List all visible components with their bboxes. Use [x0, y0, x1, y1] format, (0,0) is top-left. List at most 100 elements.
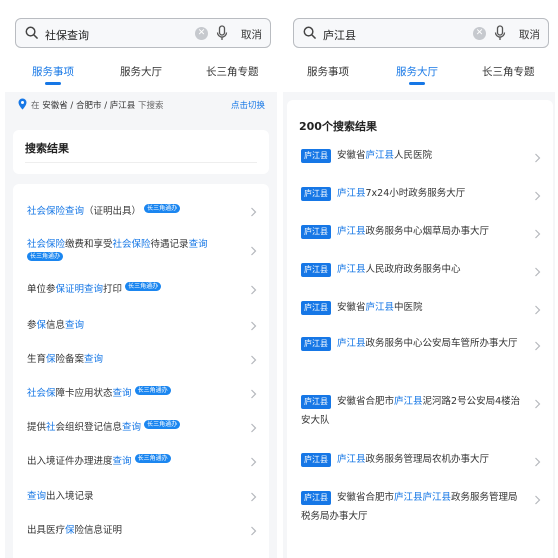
chevron-right-icon — [250, 285, 257, 295]
chevron-right-icon — [250, 321, 257, 331]
keyword-highlight: 庐江县 — [337, 454, 366, 465]
tab-service-items[interactable]: 服务事项 — [32, 64, 74, 85]
item-text: 7x24小时政务服务大厅 — [365, 188, 466, 199]
item-text: 安徽省 — [337, 302, 366, 313]
item-text: 政务服务管理局农机办事大厅 — [365, 454, 490, 465]
item-text: 出具医疗 — [27, 525, 66, 536]
list-item[interactable]: 庐江县 庐江县政务服务中心烟草局办事大厅 — [287, 222, 553, 241]
yangtze-delta-badge: 长三角通办 — [125, 282, 162, 291]
yangtze-delta-badge: 长三角通办 — [144, 204, 181, 213]
county-tag: 庐江县 — [301, 452, 331, 467]
item-text: 生育 — [27, 354, 47, 365]
microphone-icon[interactable] — [494, 25, 506, 42]
item-text: （证明出具） — [84, 206, 142, 217]
item-text: 出入境证件办理进度 — [27, 456, 113, 467]
list-item[interactable]: 庐江县 安徽省庐江县中医院 — [287, 298, 553, 317]
chevron-right-icon — [250, 492, 257, 502]
left-screen: 社保查询 ✕ 取消 服务事项 服务大厅 长三角专题 在 安徽省 / 合肥市 / … — [5, 0, 277, 558]
clear-icon[interactable]: ✕ — [473, 27, 486, 40]
list-item[interactable]: 庐江县 安徽省合肥市庐江县庐江县政务服务管理局税务局办事大厅 — [287, 488, 553, 526]
keyword-highlight: 查询 — [122, 422, 142, 433]
list-item[interactable]: 庐江县 庐江县政务服务中心公安局车管所办事大厅 — [287, 334, 553, 353]
item-text: 待遇记录 — [150, 239, 189, 250]
header: 社保查询 ✕ 取消 服务事项 服务大厅 长三角专题 — [5, 0, 277, 92]
list-item[interactable]: 生育保险备案查询 — [13, 352, 269, 367]
list-item[interactable]: 社会保险缴费和享受社会保险待遇记录查询 长三角通办 — [13, 237, 269, 267]
yangtze-delta-badge: 长三角通办 — [134, 386, 171, 395]
item-text: 安徽省 — [337, 150, 366, 161]
keyword-highlight: 查询 — [27, 491, 47, 502]
keyword-highlight: 查询 — [188, 239, 208, 250]
chevron-right-icon — [534, 265, 541, 277]
county-tag: 庐江县 — [301, 148, 331, 163]
item-text: 参 — [27, 320, 37, 331]
keyword-highlight: 庐江县 — [337, 188, 366, 199]
chevron-right-icon — [534, 303, 541, 315]
tab-yangtze-delta[interactable]: 长三角专题 — [482, 64, 535, 79]
list-item[interactable]: 社会保障卡应用状态查询 长三角通办 — [13, 386, 269, 401]
item-text: 政务服务中心烟草局办事大厅 — [365, 226, 490, 237]
results-count: 200个搜索结果 — [299, 120, 377, 133]
keyword-highlight: 保 — [46, 354, 56, 365]
switch-location-link[interactable]: 点击切换 — [231, 99, 265, 111]
search-icon — [25, 26, 38, 39]
list-item[interactable]: 庐江县 安徽省庐江县人民医院 — [287, 146, 553, 165]
keyword-highlight: 保 — [36, 320, 47, 331]
list-item[interactable]: 单位参保证明查询打印 长三角通办 — [13, 282, 269, 297]
list-item[interactable]: 庐江县 庐江县7x24小时政务服务大厅 — [287, 184, 553, 203]
item-text: 信息 — [46, 320, 66, 331]
item-text: 中医院 — [394, 302, 423, 313]
keyword-highlight: 庐江县 — [337, 226, 366, 237]
chevron-right-icon — [534, 227, 541, 239]
chevron-right-icon — [250, 457, 257, 467]
cancel-button[interactable]: 取消 — [241, 27, 262, 42]
chevron-right-icon — [534, 189, 541, 201]
item-text: 险信息证明 — [74, 525, 123, 536]
item-text: 障卡应用状态 — [55, 388, 113, 399]
list-item[interactable]: 查询出入境记录 — [13, 489, 269, 504]
clear-icon[interactable]: ✕ — [195, 27, 208, 40]
yangtze-delta-badge: 长三角通办 — [134, 454, 171, 463]
search-bar[interactable]: 庐江县 ✕ 取消 — [293, 18, 549, 48]
search-icon — [303, 26, 316, 39]
item-text: 安徽省合肥市 — [337, 492, 395, 503]
chevron-right-icon — [250, 355, 257, 365]
keyword-highlight: 庐江县 — [337, 264, 366, 275]
keyword-highlight: 保证明查询 — [55, 284, 104, 295]
microphone-icon[interactable] — [216, 25, 228, 42]
chevron-right-icon — [534, 455, 541, 467]
item-text: 人民政府政务服务中心 — [365, 264, 461, 275]
keyword-highlight: 查询 — [84, 354, 104, 365]
item-text: 险备案 — [55, 354, 85, 365]
tab-service-hall[interactable]: 服务大厅 — [396, 64, 438, 85]
list-item[interactable]: 庐江县 庐江县人民政府政务服务中心 — [287, 260, 553, 279]
tab-bar: 服务事项 服务大厅 长三角专题 — [5, 64, 277, 88]
search-input[interactable]: 社保查询 — [45, 27, 89, 43]
right-screen: 庐江县 ✕ 取消 服务事项 服务大厅 长三角专题 200个搜索结果 庐江县 安徽省… — [283, 0, 555, 558]
keyword-highlight: 查询 — [112, 456, 132, 467]
tab-yangtze-delta[interactable]: 长三角专题 — [206, 64, 259, 79]
chevron-right-icon — [250, 526, 257, 536]
list-item[interactable]: 出具医疗保险信息证明 — [13, 523, 269, 538]
list-item[interactable]: 庐江县 安徽省合肥市庐江县泥河路2号公安局4楼治安大队 — [287, 392, 553, 430]
tab-service-hall[interactable]: 服务大厅 — [120, 64, 162, 79]
header: 庐江县 ✕ 取消 服务事项 服务大厅 长三角专题 — [283, 0, 555, 92]
search-bar[interactable]: 社保查询 ✕ 取消 — [15, 18, 271, 48]
keyword-highlight: 社会保险查询 — [27, 206, 85, 217]
location-place: 安徽省 / 合肥市 / 庐江县 — [42, 101, 136, 111]
keyword-highlight: 查询 — [112, 388, 132, 399]
cancel-button[interactable]: 取消 — [519, 27, 540, 42]
list-item[interactable]: 庐江县 庐江县政务服务管理局农机办事大厅 — [287, 450, 553, 469]
county-tag: 庐江县 — [301, 490, 331, 505]
tab-service-items[interactable]: 服务事项 — [307, 64, 349, 79]
list-item[interactable]: 社会保险查询（证明出具） 长三角通办 — [13, 204, 269, 219]
chevron-right-icon — [534, 151, 541, 163]
search-input[interactable]: 庐江县 — [323, 27, 356, 43]
list-item[interactable]: 参保信息查询 — [13, 318, 269, 333]
item-text: 提供 — [27, 422, 47, 433]
list-item[interactable]: 提供社会组织登记信息查询 长三角通办 — [13, 420, 269, 435]
item-text: 安徽省合肥市 — [337, 396, 395, 407]
list-item[interactable]: 出入境证件办理进度查询 长三角通办 — [13, 454, 269, 469]
results-title: 搜索结果 — [25, 142, 69, 155]
keyword-highlight: 社会保险 — [112, 239, 151, 250]
